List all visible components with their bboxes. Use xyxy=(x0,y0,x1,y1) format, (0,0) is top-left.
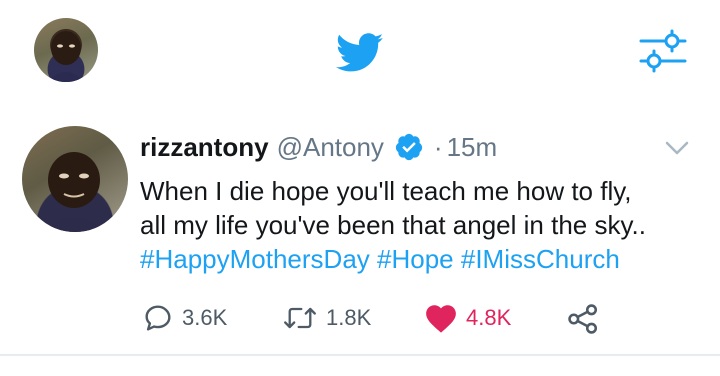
retweet-count: 1.8K xyxy=(326,305,372,330)
hashtag-link[interactable]: #IMissChurch xyxy=(461,244,620,274)
top-bar xyxy=(0,0,720,100)
reply-icon xyxy=(145,305,171,331)
share-icon xyxy=(568,304,598,334)
author-avatar[interactable] xyxy=(22,126,128,232)
separator-dot: · xyxy=(433,131,443,162)
tweet-text: When I die hope you'll teach me how to f… xyxy=(140,174,700,276)
twitter-bird-icon[interactable] xyxy=(336,33,384,73)
tweet-text-line: When I die hope you'll teach me how to f… xyxy=(140,176,632,206)
author-name[interactable]: rizzantony xyxy=(140,132,269,163)
retweet-button[interactable]: 1.8K xyxy=(282,302,371,334)
author-handle[interactable]: @Antony xyxy=(277,132,384,163)
reply-count: 3.6K xyxy=(182,305,228,330)
verified-badge-icon xyxy=(395,133,423,161)
divider xyxy=(0,354,720,356)
like-count: 4.8K xyxy=(466,305,512,330)
reply-button[interactable]: 3.6K xyxy=(142,302,227,334)
tweet-text-line: all my life you've been that angel in th… xyxy=(140,210,646,240)
chevron-down-icon[interactable] xyxy=(664,138,690,158)
tweet-actions: 3.6K 1.8K 4.8K xyxy=(0,296,720,344)
tweet-card[interactable]: rizzantony @Antony · 15m When I die hope… xyxy=(0,100,720,356)
hashtag-link[interactable]: #HappyMothersDay xyxy=(140,244,370,274)
share-button[interactable] xyxy=(566,302,600,336)
sliders-icon[interactable] xyxy=(638,28,688,74)
retweet-icon xyxy=(284,307,316,329)
like-button[interactable]: 4.8K xyxy=(424,302,511,334)
tweet-header: rizzantony @Antony · 15m xyxy=(140,130,497,164)
hashtag-line: #HappyMothersDay #Hope #IMissChurch xyxy=(140,242,700,276)
hashtag-link[interactable]: #Hope xyxy=(377,244,454,274)
heart-icon xyxy=(426,305,456,333)
tweet-timestamp[interactable]: 15m xyxy=(447,132,498,163)
profile-avatar[interactable] xyxy=(34,18,98,82)
